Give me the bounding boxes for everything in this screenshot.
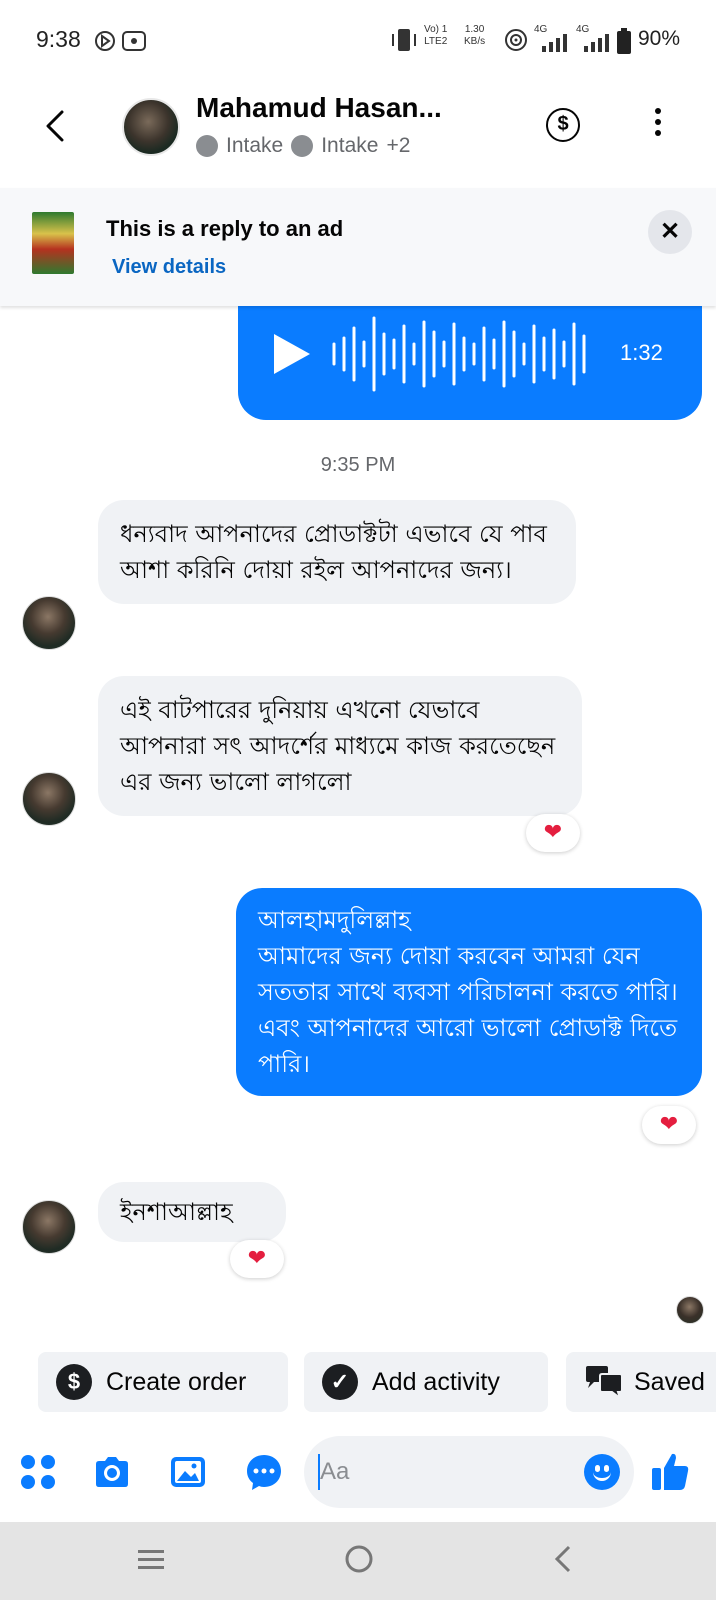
contact-name[interactable]: Mahamud Hasan... xyxy=(196,92,442,124)
volte-text: Vo) 1 xyxy=(424,24,448,35)
dollar-icon[interactable]: $ xyxy=(546,108,580,142)
back-icon[interactable] xyxy=(552,1544,574,1574)
add-activity-button[interactable]: ✓ Add activity xyxy=(304,1352,548,1412)
chat-icon[interactable] xyxy=(244,1452,284,1492)
message-timestamp: 9:35 PM xyxy=(320,454,396,476)
message-text: এই বাটপারের দুনিয়ায় এখনো যেভাবে আপনারা… xyxy=(120,696,556,796)
message-composer xyxy=(0,1432,716,1512)
back-chevron-icon[interactable] xyxy=(40,106,70,146)
gallery-icon[interactable] xyxy=(168,1452,208,1492)
message-text: ধন্যবাদ আপনাদের প্রোডাক্টটা এভাবে যে পাব… xyxy=(120,520,547,584)
ad-reply-banner: This is a reply to an ad View details ✕ xyxy=(0,188,716,306)
status-time: 9:38 xyxy=(36,26,81,52)
wifi-call-icon xyxy=(505,29,527,51)
home-icon[interactable] xyxy=(344,1544,374,1574)
play-icon[interactable] xyxy=(274,334,310,374)
battery-icon xyxy=(617,28,631,54)
saved-replies-icon xyxy=(586,1366,623,1400)
contact-labels[interactable]: Intake Intake +2 xyxy=(196,134,410,158)
heart-icon[interactable]: ❤ xyxy=(230,1240,284,1278)
voice-message-bubble[interactable]: 1:32 xyxy=(238,290,702,420)
message-text-line2: আমাদের জন্য দোয়া করবেন আমরা যেন সততার স… xyxy=(258,942,678,1078)
saved-label: Saved xyxy=(634,1367,705,1396)
speed-unit: KB/s xyxy=(464,36,486,47)
vibrate-icon xyxy=(392,29,416,51)
dollar-icon: $ xyxy=(56,1364,92,1400)
system-nav-bar xyxy=(0,1522,716,1600)
more-vertical-icon[interactable] xyxy=(650,108,666,144)
apps-icon[interactable] xyxy=(18,1452,58,1492)
hotspot-icon xyxy=(122,31,146,51)
heart-icon[interactable]: ❤ xyxy=(526,814,580,852)
camera-icon[interactable] xyxy=(92,1452,132,1492)
ad-thumbnail[interactable] xyxy=(32,212,74,274)
incoming-message[interactable]: ধন্যবাদ আপনাদের প্রোডাক্টটা এভাবে যে পাব… xyxy=(98,500,576,604)
create-order-label: Create order xyxy=(106,1367,247,1396)
message-text-line1: আলহামদুলিল্লাহ xyxy=(258,906,411,934)
label-intake-2: Intake xyxy=(321,134,379,157)
incoming-message[interactable]: ইনশাআল্লাহ xyxy=(98,1182,286,1242)
signal-bars-icon xyxy=(584,34,609,52)
contact-avatar[interactable] xyxy=(122,98,180,156)
sender-avatar[interactable] xyxy=(22,1200,76,1254)
play-circle-icon xyxy=(95,31,115,51)
sender-avatar[interactable] xyxy=(22,596,76,650)
heart-icon[interactable]: ❤ xyxy=(642,1106,696,1144)
ad-reply-title: This is a reply to an ad xyxy=(106,216,344,241)
label-dot xyxy=(196,135,218,157)
recents-icon[interactable] xyxy=(136,1546,166,1574)
emoji-icon[interactable] xyxy=(584,1454,620,1490)
add-activity-label: Add activity xyxy=(372,1367,500,1396)
battery-percent: 90% xyxy=(638,27,681,50)
status-bar: 9:38 Vo) 1 LTE2 1.30 KB/s 4G 4G 90% xyxy=(0,0,716,80)
incoming-message[interactable]: এই বাটপারের দুনিয়ায় এখনো যেভাবে আপনারা… xyxy=(98,676,582,816)
lte-text: LTE2 xyxy=(424,36,448,47)
waveform xyxy=(332,316,586,392)
view-details-link[interactable]: View details xyxy=(112,256,226,279)
check-icon: ✓ xyxy=(322,1364,358,1400)
like-icon[interactable] xyxy=(648,1450,692,1494)
outgoing-message[interactable]: আলহামদুলিল্লাহ আমাদের জন্য দোয়া করবেন আ… xyxy=(236,888,702,1096)
message-text: ইনশাআল্লাহ xyxy=(120,1198,233,1226)
voice-duration: 1:32 xyxy=(620,340,663,365)
text-caret xyxy=(318,1454,320,1490)
close-icon[interactable]: ✕ xyxy=(648,210,692,254)
label-intake-1: Intake xyxy=(226,134,284,157)
sender-avatar[interactable] xyxy=(22,772,76,826)
seen-avatar xyxy=(676,1296,704,1324)
label-dot xyxy=(291,135,314,157)
create-order-button[interactable]: $ Create order xyxy=(38,1352,288,1412)
volte-indicator: Vo) 1 LTE2 xyxy=(424,24,447,48)
label-more-count: +2 xyxy=(386,134,411,157)
signal-bars-icon xyxy=(542,34,567,52)
saved-replies-button[interactable]: Saved xyxy=(566,1352,716,1412)
net-speed: 1.30 KB/s xyxy=(464,24,485,48)
quick-actions-bar: $ Create order ✓ Add activity Saved xyxy=(0,1352,716,1414)
conversation-header: Mahamud Hasan... Intake Intake +2 $ xyxy=(0,82,716,188)
speed-value: 1.30 xyxy=(464,24,485,35)
